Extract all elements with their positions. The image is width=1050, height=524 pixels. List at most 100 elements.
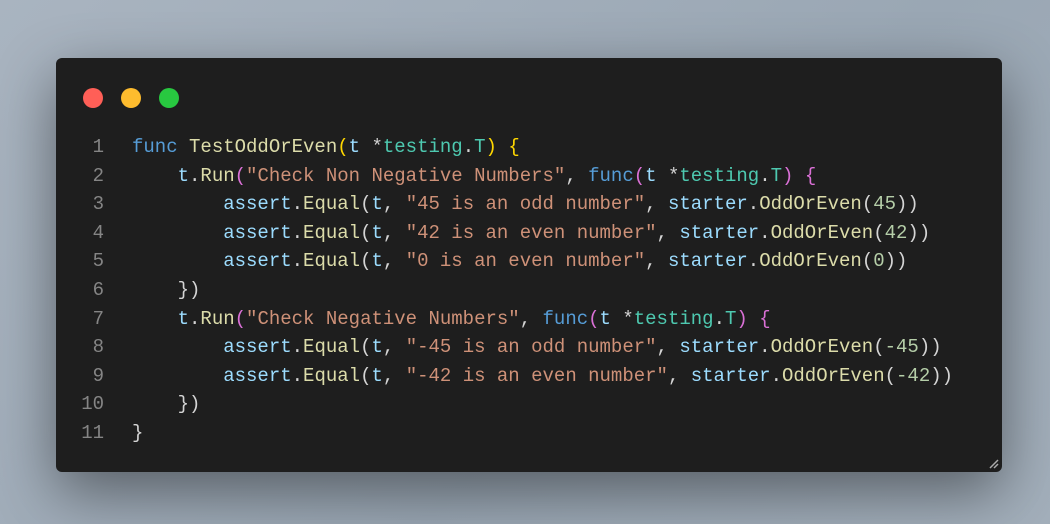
line-number: 1 [92,136,104,158]
code-token: func [588,164,634,187]
code-token: "Check Non Negative Numbers" [246,164,566,187]
code-token: , [656,221,680,244]
code-line: 6 }) [56,276,953,305]
code-token: Equal [303,250,361,273]
line-number: 4 [92,221,104,244]
code-line: 10 }) [56,390,953,419]
code-token: }) [177,393,201,416]
code-line: 11} [56,419,953,448]
code-token: . [747,250,760,273]
code-token: t [371,221,383,244]
code-token: Run [200,164,235,187]
line-number: 10 [81,393,104,416]
code-line: 2 t.Run("Check Non Negative Numbers", fu… [56,162,953,191]
line-number: 11 [81,421,104,444]
code-token: "-45 is an odd number" [405,336,657,359]
code-token: -45 [884,336,919,359]
code-line: 9 assert.Equal(t, "-42 is an even number… [56,362,953,391]
code-token: , [382,221,406,244]
code-token: assert [223,193,292,216]
code-token: . [291,221,304,244]
code-token: t [371,250,383,273]
code-token: ( [234,307,247,330]
code-token: ) [736,307,748,330]
code-window: 1 func TestOddOrEven(t *testing.T) {2 t.R… [56,58,1002,472]
code-token: ) [485,136,497,158]
code-token: * [610,307,634,330]
code-token: t [371,336,383,359]
code-token: OddOrEven [770,221,874,244]
code-token: testing [633,307,714,330]
code-token: * [360,136,383,158]
code-token: T [474,136,486,158]
code-token: )) [918,336,942,359]
code-token: ( [360,364,372,387]
close-button[interactable] [83,88,103,108]
code-token: . [189,164,201,187]
code-token: , [519,307,543,330]
code-token: "0 is an even number" [405,250,646,273]
code-token: . [291,364,304,387]
code-token: . [291,336,304,359]
code-token: t [177,164,190,187]
maximize-button[interactable] [159,88,179,108]
code-token: T [770,164,782,187]
code-line: 1 func TestOddOrEven(t *testing.T) { [56,133,953,162]
code-token: , [656,336,680,359]
code-token: T [724,307,737,330]
code-token: t [599,307,611,330]
code-token: "45 is an odd number" [405,193,646,216]
code-token: ( [873,336,885,359]
code-token: . [759,164,771,187]
code-token: Equal [303,193,361,216]
code-token: 45 [873,193,897,216]
code-token: starter [667,193,748,216]
code-token: , [645,250,668,273]
code-token: ( [861,193,874,216]
code-token: . [770,364,782,387]
line-number: 5 [92,250,104,273]
line-number: 7 [92,307,104,330]
code-token: -42 [896,364,931,387]
line-number: 3 [92,193,104,216]
code-token: . [759,336,771,359]
code-token: , [382,250,406,273]
code-token: 42 [884,221,908,244]
code-token: ( [861,250,874,273]
code-token: testing [679,164,760,187]
code-token: testing [382,136,463,158]
code-token: "Check Negative Numbers" [246,307,520,330]
code-token: t [371,193,383,216]
code-token: starter [679,221,760,244]
code-token: { [804,164,817,187]
code-token: assert [223,336,292,359]
code-token: . [189,307,201,330]
line-number: 8 [92,336,104,359]
code-token: * [656,164,680,187]
code-token: Equal [303,221,361,244]
code-token: . [713,307,725,330]
code-token: } [132,421,144,444]
code-token: Equal [303,336,361,359]
code-line: 7 t.Run("Check Negative Numbers", func(t… [56,305,953,334]
minimize-button[interactable] [121,88,141,108]
code-token: }) [177,278,201,301]
code-token: , [382,364,406,387]
code-token: , [382,336,406,359]
code-token: ( [588,307,600,330]
code-block: 1 func TestOddOrEven(t *testing.T) {2 t.R… [56,133,953,448]
code-token: )) [930,364,954,387]
code-token: assert [223,250,292,273]
code-token: ( [873,221,885,244]
resize-handle-icon[interactable] [989,459,999,469]
code-token: , [645,193,668,216]
code-token: { [508,136,520,158]
code-token: t [371,364,383,387]
code-token: ( [633,164,646,187]
line-number: 9 [92,364,104,387]
